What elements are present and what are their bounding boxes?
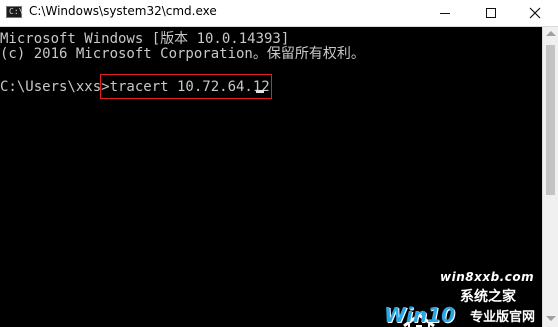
- minimize-icon: [440, 13, 450, 14]
- maximize-icon: [486, 8, 496, 18]
- console-line-version: Microsoft Windows [版本 10.0.14393]: [0, 31, 290, 47]
- console-line-copyright: (c) 2016 Microsoft Corporation。保留所有权利。: [0, 46, 365, 62]
- watermark-brand: Win10: [384, 303, 455, 327]
- command-highlight-box: [100, 74, 272, 99]
- vertical-scrollbar[interactable]: [542, 27, 558, 327]
- scroll-up-icon[interactable]: [546, 31, 556, 36]
- title-bar[interactable]: C:\ C:\Windows\system32\cmd.exe: [0, 0, 558, 27]
- watermark-title: 系统之家: [460, 289, 516, 305]
- cmd-icon[interactable]: C:\: [6, 6, 24, 18]
- text-cursor: [256, 90, 264, 93]
- cmd-icon-text: C:\: [9, 7, 24, 16]
- watermark-site: win8xxb.com: [440, 270, 535, 284]
- close-icon: [529, 7, 541, 19]
- minimize-button[interactable]: [422, 0, 468, 26]
- close-button[interactable]: [512, 0, 558, 26]
- scroll-down-icon[interactable]: [546, 316, 556, 321]
- watermark-subtitle: 专业版官网: [470, 310, 536, 325]
- scrollbar-thumb[interactable]: [546, 45, 555, 195]
- window-title: C:\Windows\system32\cmd.exe: [29, 4, 217, 18]
- maximize-button[interactable]: [468, 0, 514, 26]
